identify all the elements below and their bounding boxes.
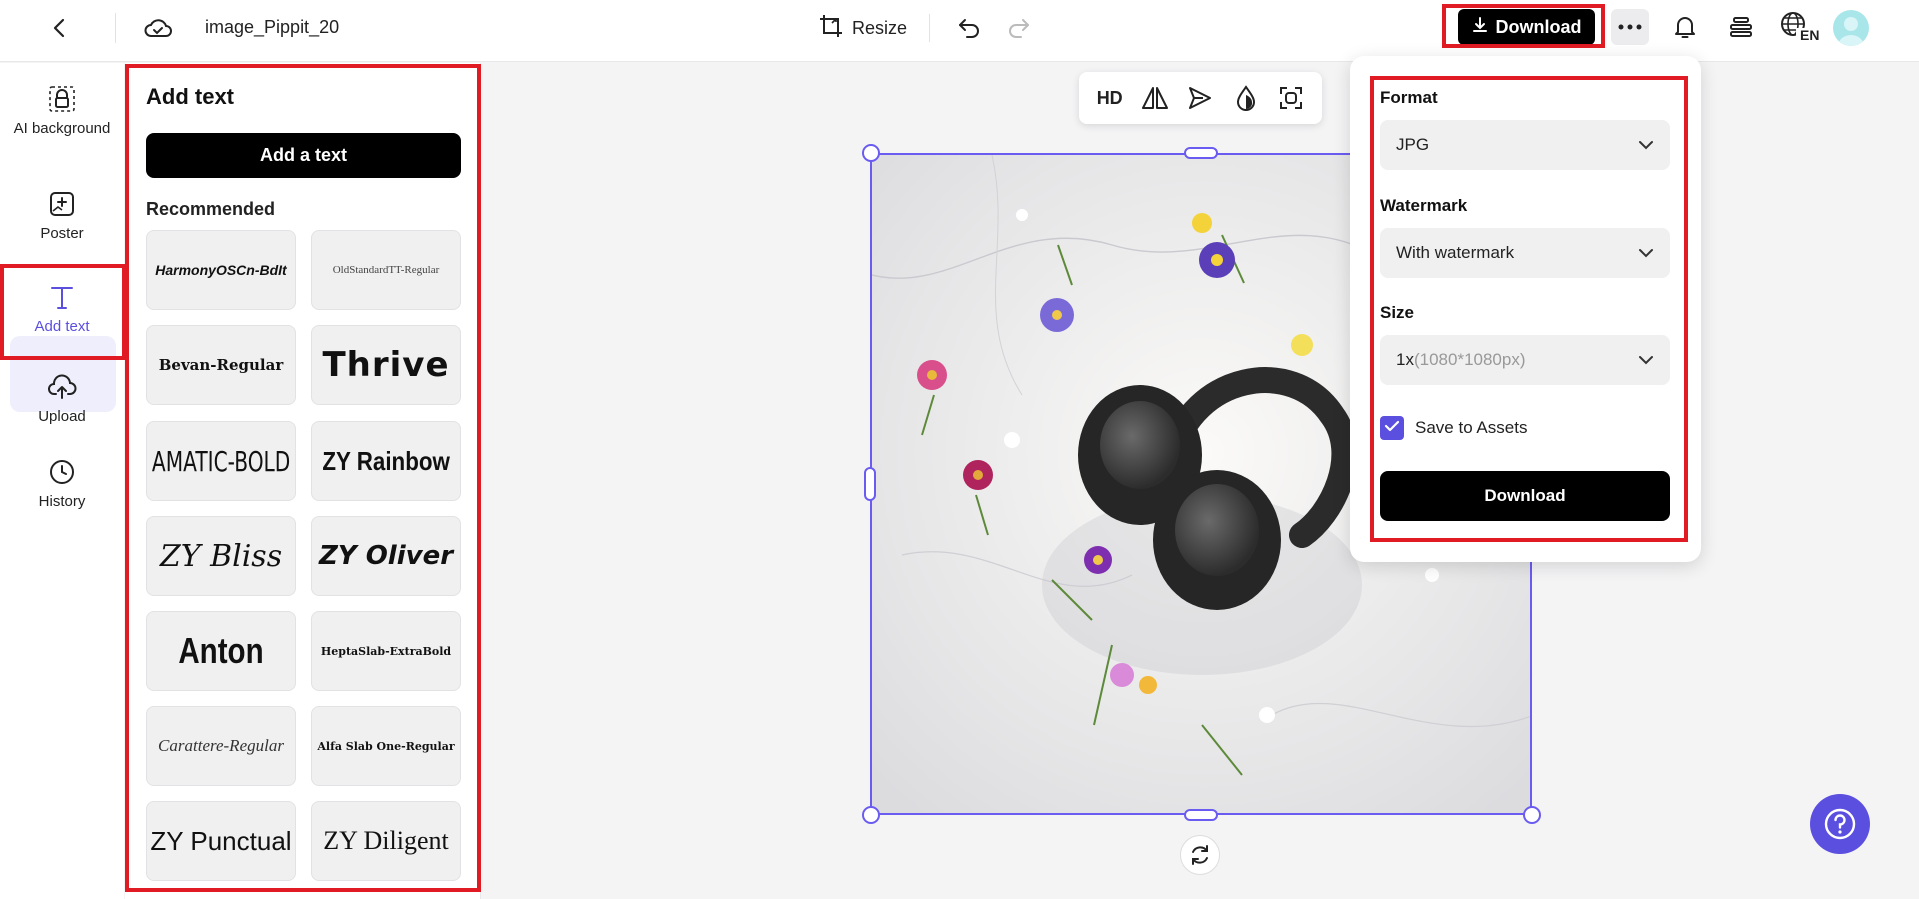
clock-icon — [46, 456, 78, 488]
back-arrow-icon[interactable] — [46, 14, 74, 42]
avatar[interactable] — [1833, 10, 1869, 46]
rotate-icon[interactable] — [1180, 835, 1220, 875]
resize-handle[interactable] — [862, 806, 880, 824]
nav-item-history[interactable]: History — [0, 456, 124, 512]
cloud-sync-icon[interactable] — [142, 13, 174, 43]
ai-background-icon — [46, 83, 78, 115]
crop-focus-icon[interactable] — [1274, 81, 1308, 115]
bell-icon[interactable] — [1669, 11, 1701, 43]
more-options-icon[interactable] — [1611, 9, 1649, 45]
send-arrow-icon[interactable] — [1183, 81, 1217, 115]
layers-icon[interactable] — [1725, 11, 1757, 43]
help-icon[interactable] — [1810, 794, 1870, 854]
nav-label: Poster — [40, 225, 84, 242]
nav-item-ai-background[interactable]: AI background — [0, 83, 124, 139]
flip-icon[interactable] — [1138, 81, 1172, 115]
nav-item-upload[interactable]: Upload — [0, 371, 124, 427]
upload-cloud-icon — [46, 371, 78, 403]
file-name[interactable]: image_Pippit_20 — [205, 17, 339, 38]
redo-icon[interactable] — [1003, 12, 1035, 44]
nav-item-poster[interactable]: Poster — [0, 188, 124, 244]
left-sidebar: AI background Poster Add text Upload His… — [0, 63, 124, 899]
resize-handle[interactable] — [1523, 806, 1541, 824]
resize-icon — [818, 13, 844, 44]
resize-label: Resize — [852, 17, 908, 38]
nav-label: Upload — [38, 408, 86, 425]
highlight-box — [1370, 76, 1688, 542]
resize-handle[interactable] — [864, 467, 876, 501]
resize-handle[interactable] — [1184, 809, 1218, 821]
language-code: EN — [1800, 27, 1820, 43]
hd-button[interactable]: HD — [1093, 81, 1127, 115]
poster-icon — [46, 188, 78, 220]
nav-label: History — [38, 493, 86, 510]
resize-button[interactable]: Resize — [818, 12, 907, 44]
resize-handle[interactable] — [862, 144, 880, 162]
highlight-box — [1442, 4, 1605, 48]
resize-handle[interactable] — [1184, 147, 1218, 159]
highlight-box — [0, 264, 126, 360]
opacity-drop-icon[interactable] — [1229, 81, 1263, 115]
nav-label: AI background — [13, 120, 111, 137]
highlight-box — [125, 64, 481, 892]
image-toolbar: HD — [1079, 72, 1322, 124]
divider — [929, 14, 930, 42]
top-bar: image_Pippit_20 Resize Download EN — [0, 0, 1919, 62]
divider — [115, 13, 116, 43]
undo-icon[interactable] — [953, 12, 985, 44]
language-icon[interactable]: EN — [1779, 10, 1819, 46]
